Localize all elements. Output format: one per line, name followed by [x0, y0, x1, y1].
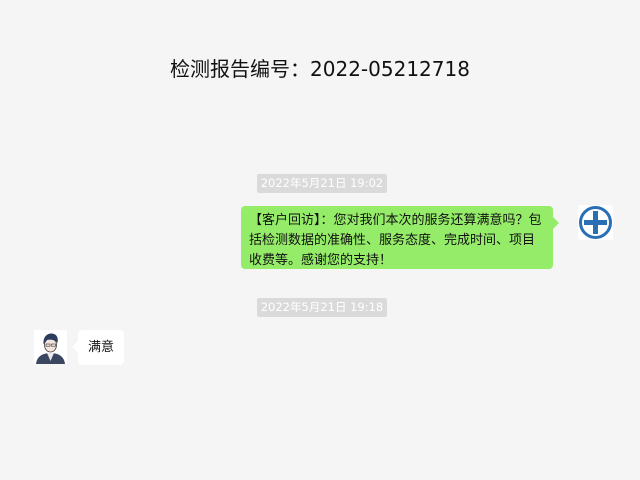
outgoing-message-bubble[interactable]: 【客户回访】：您对我们本次的服务还算满意吗？包括检测数据的准确性、服务态度、完成…: [241, 206, 559, 269]
report-title: 检测报告编号：2022-05212718: [170, 57, 470, 81]
incoming-message-bubble[interactable]: 满意: [71, 330, 125, 365]
hospital-logo-svg: [579, 206, 612, 239]
message-timestamp: 2022年5月21日 19:02: [257, 174, 387, 193]
outgoing-message-text: 【客户回访】：您对我们本次的服务还算满意吗？包括检测数据的准确性、服务态度、完成…: [249, 213, 542, 268]
user-avatar-icon[interactable]: [34, 330, 67, 364]
user-avatar-svg: [34, 330, 67, 364]
hospital-logo-icon[interactable]: [578, 205, 613, 240]
message-timestamp: 2022年5月21日 19:18: [257, 298, 387, 317]
incoming-message-text: 满意: [88, 340, 115, 355]
